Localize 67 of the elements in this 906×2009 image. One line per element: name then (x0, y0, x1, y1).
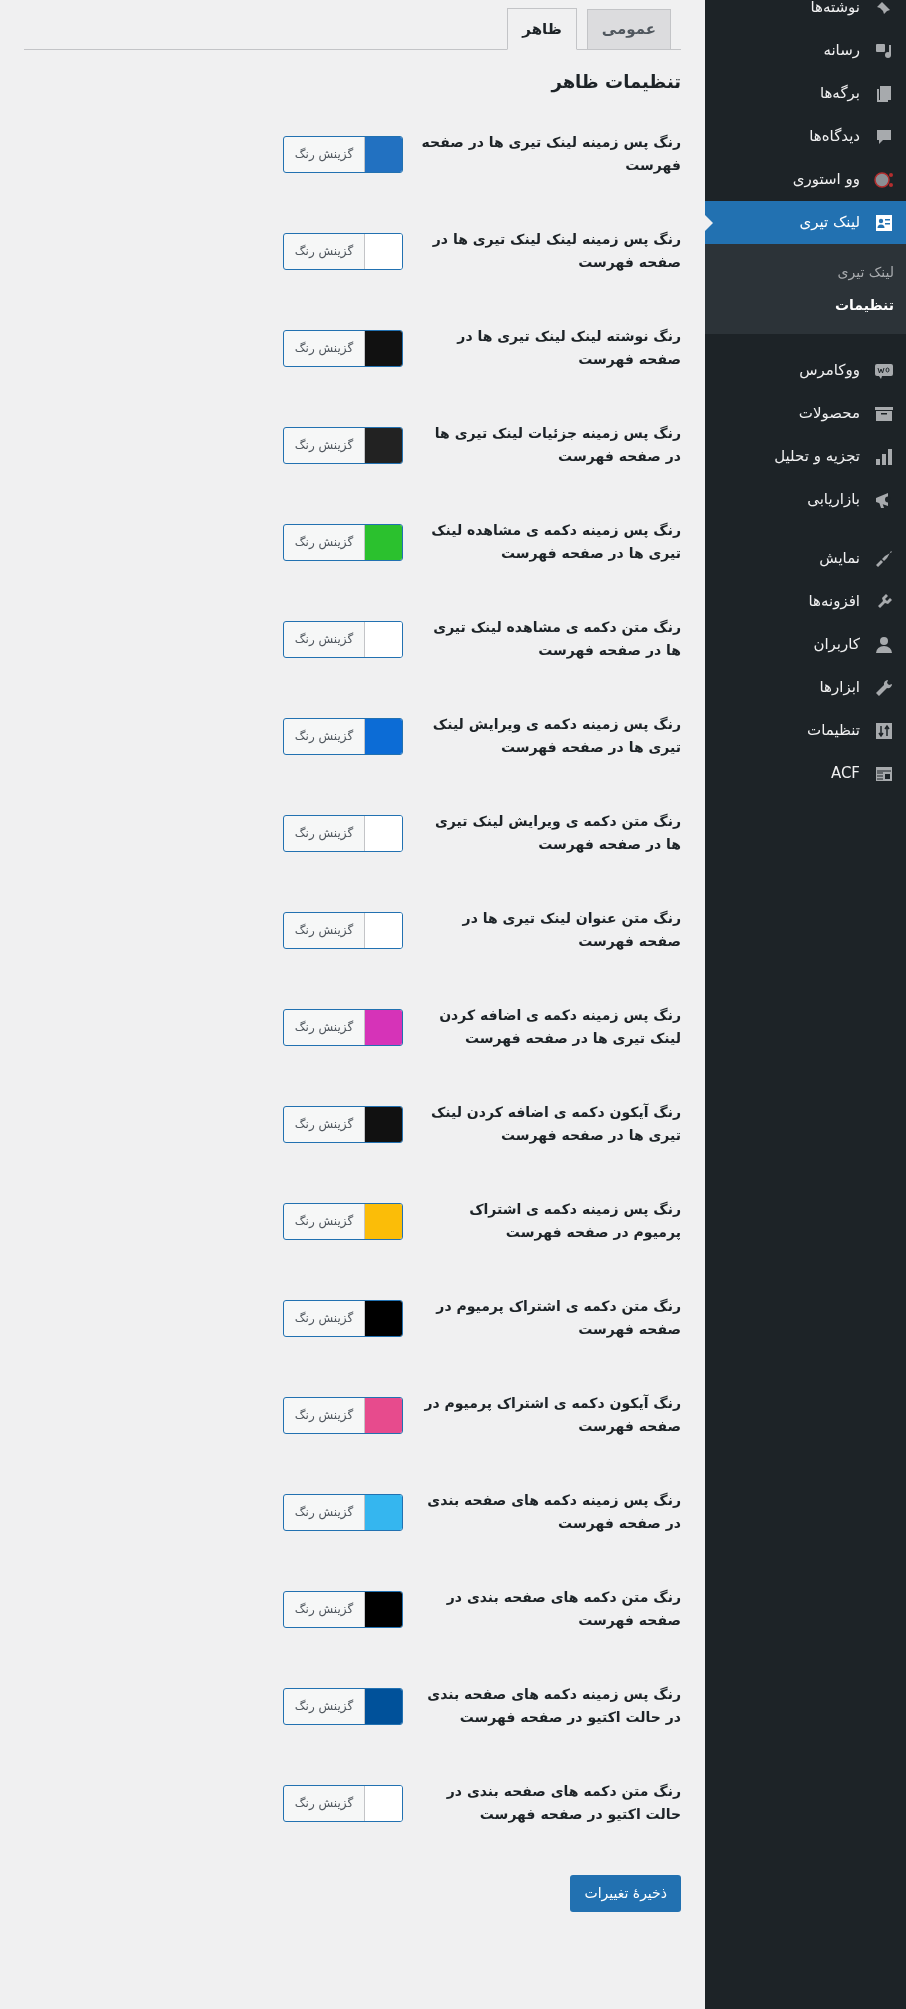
setting-label: رنگ متن دکمه های صفحه بندی در صفحه فهرست (445, 1588, 681, 1631)
menu-item[interactable]: رسانه (705, 29, 906, 72)
current-menu-pointer (705, 214, 713, 231)
color-picker-button[interactable]: گزینش رنگ (283, 426, 403, 464)
menu-item[interactable]: وو استوری (705, 158, 906, 201)
color-picker-button[interactable]: گزینش رنگ (283, 523, 403, 561)
color-picker-button[interactable]: گزینش رنگ (283, 135, 403, 173)
setting-label: رنگ پس زمینه لینک تیری ها در صفحه فهرست (420, 133, 681, 176)
color-picker-button[interactable]: گزینش رنگ (283, 1784, 403, 1822)
menu-item[interactable]: نوشته‌ها (705, 0, 906, 29)
tab[interactable]: عمومی (586, 9, 671, 49)
sliders-icon (874, 720, 894, 741)
menu-item[interactable]: تنظیمات (705, 709, 906, 752)
setting-label: رنگ پس زمینه دکمه ی مشاهده لینک تیری ها در صفحه فهرست (430, 521, 681, 564)
menu-item[interactable]: نمایش (705, 537, 906, 580)
user-icon (874, 634, 894, 655)
setting-label: رنگ متن دکمه ی مشاهده لینک تیری ها در صفحه فهرست (432, 618, 681, 661)
pages-icon (874, 83, 894, 104)
paintbrush-icon (874, 548, 894, 569)
setting-label: رنگ متن دکمه ی ویرایش لینک تیری ها در صفحه فهرست (434, 812, 681, 855)
menu-item[interactable]: محصولات (705, 392, 906, 435)
wrench-icon (874, 677, 894, 698)
color-picker-button[interactable]: گزینش رنگ (283, 1590, 403, 1628)
menu-item[interactable]: تجزیه و تحلیل (705, 435, 906, 478)
color-picker-button[interactable]: گزینش رنگ (283, 329, 403, 367)
menu-item[interactable]: لینک تیری (705, 201, 906, 244)
menu-item[interactable]: ابزارها (705, 666, 906, 709)
menu-item[interactable]: افزونه‌ها (705, 580, 906, 623)
setting-label: رنگ متن عنوان لینک تیری ها در صفحه فهرست (461, 909, 681, 952)
setting-label: رنگ آیکون دکمه ی اشتراک پرمیوم در صفحه فهرست (423, 1393, 681, 1437)
color-picker-button[interactable]: گزینش رنگ (283, 911, 403, 949)
color-picker-button[interactable]: گزینش رنگ (283, 232, 403, 270)
color-picker-button[interactable]: گزینش رنگ (283, 1202, 403, 1240)
menu-item[interactable]: بازاریابی (705, 478, 906, 521)
color-picker-button[interactable]: گزینش رنگ (283, 1008, 403, 1046)
setting-label: رنگ پس زمینه دکمه ی اشتراک پرمیوم در صفحه فهرست (468, 1200, 681, 1243)
submenu-item[interactable]: لینک تیری (705, 256, 906, 289)
color-picker-button[interactable]: گزینش رنگ (283, 1299, 403, 1337)
setting-label: رنگ آیکون دکمه ی اضافه کردن لینک تیری ها در صفحه فهرست (429, 1102, 681, 1146)
bar-chart-icon (874, 446, 894, 467)
id-card-icon (874, 212, 894, 233)
submenu-item[interactable]: تنظیمات (705, 289, 906, 322)
section-heading: تنظیمات ظاهر (551, 70, 681, 95)
setting-label: رنگ پس زمینه دکمه های صفحه بندی در حالت اکتیو در صفحه فهرست (426, 1685, 681, 1728)
save-button[interactable]: ذخیرهٔ تغییرات (570, 1875, 681, 1912)
color-picker-button[interactable]: گزینش رنگ (283, 620, 403, 658)
setting-label: رنگ پس زمینه دکمه ی اضافه کردن لینک تیری ها در صفحه فهرست (438, 1006, 681, 1049)
menu-item[interactable]: برگه‌ها (705, 72, 906, 115)
setting-label: رنگ پس زمینه دکمه ی ویرایش لینک تیری ها در صفحه فهرست (431, 715, 681, 758)
color-picker-button[interactable]: گزینش رنگ (283, 1687, 403, 1725)
setting-label: رنگ پس زمینه لینک لینک تیری ها در صفحه فهرست (431, 230, 681, 273)
color-picker-button[interactable]: گزینش رنگ (283, 1105, 403, 1143)
color-picker-button[interactable]: گزینش رنگ (283, 814, 403, 852)
setting-label: رنگ نوشته لینک لینک تیری ها در صفحه فهرست (455, 327, 681, 370)
circles-icon (874, 169, 894, 190)
setting-label: رنگ پس زمینه جزئیات لینک تیری ها در صفحه فهرست (433, 424, 681, 467)
menu-item[interactable]: کاربران (705, 623, 906, 666)
color-picker-button[interactable]: گزینش رنگ (283, 1396, 403, 1434)
menu-item[interactable]: ACF (705, 752, 906, 795)
color-picker-button[interactable]: گزینش رنگ (283, 1493, 403, 1531)
setting-label: رنگ متن دکمه های صفحه بندی در حالت اکتیو در صفحه فهرست (445, 1782, 681, 1825)
color-picker-button[interactable]: گزینش رنگ (283, 717, 403, 755)
menu-item[interactable]: ووکامرس (705, 349, 906, 392)
setting-label: رنگ پس زمینه دکمه های صفحه بندی در صفحه فهرست (426, 1491, 681, 1534)
menu-item[interactable]: دیدگاه‌ها (705, 115, 906, 158)
tab[interactable]: ظاهر (507, 8, 577, 50)
setting-label: رنگ متن دکمه ی اشتراک پرمیوم در صفحه فهرست (434, 1297, 681, 1340)
